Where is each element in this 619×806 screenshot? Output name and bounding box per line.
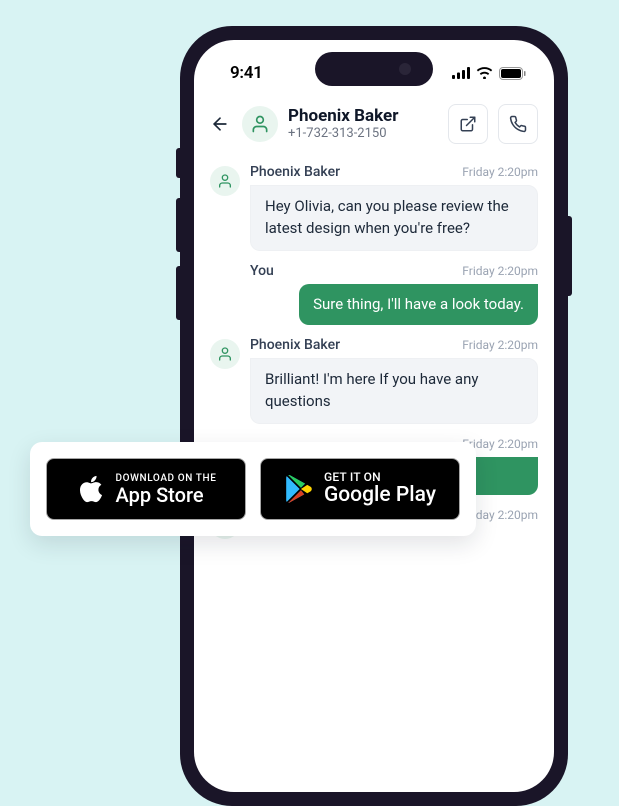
phone-side-button xyxy=(176,266,180,320)
message-time: Friday 2:20pm xyxy=(462,264,538,278)
message-bubble[interactable]: Hey Olivia, can you please review the la… xyxy=(250,185,538,251)
contact-phone: +1-732-313-2150 xyxy=(288,126,438,142)
open-external-button[interactable] xyxy=(448,104,488,144)
app-store-top-label: DOWNLOAD ON THE xyxy=(116,473,217,484)
message-incoming: Phoenix Baker Friday 2:20pm Hey Olivia, … xyxy=(210,164,538,251)
phone-icon xyxy=(509,115,527,133)
phone-frame: 9:41 Phoenix Baker +1-732-313-2150 xyxy=(180,26,568,806)
status-icons xyxy=(452,67,526,80)
message-avatar xyxy=(210,339,240,369)
contact-name: Phoenix Baker xyxy=(288,106,438,126)
phone-side-button xyxy=(176,198,180,252)
status-time: 9:41 xyxy=(230,63,263,83)
store-badges-card: DOWNLOAD ON THE App Store GET IT ON Goog… xyxy=(30,442,476,536)
message-sender: Phoenix Baker xyxy=(250,337,340,353)
message-incoming: Phoenix Baker Friday 2:20pm Brilliant! I… xyxy=(210,337,538,424)
google-play-button[interactable]: GET IT ON Google Play xyxy=(260,458,460,520)
app-store-button[interactable]: DOWNLOAD ON THE App Store xyxy=(46,458,246,520)
cellular-icon xyxy=(452,67,470,79)
google-play-bottom-label: Google Play xyxy=(324,484,436,507)
chat-header: Phoenix Baker +1-732-313-2150 xyxy=(194,90,554,158)
message-bubble[interactable]: Brilliant! I'm here If you have any ques… xyxy=(250,358,538,424)
arrow-left-icon xyxy=(210,114,230,134)
message-sender: You xyxy=(250,263,274,279)
back-button[interactable] xyxy=(208,112,232,136)
dynamic-island xyxy=(315,52,433,86)
message-time: Friday 2:20pm xyxy=(462,338,538,352)
phone-side-button xyxy=(568,216,572,296)
apple-icon xyxy=(78,474,104,504)
phone-side-button xyxy=(176,148,180,178)
message-time: Friday 2:20pm xyxy=(462,165,538,179)
phone-screen: 9:41 Phoenix Baker +1-732-313-2150 xyxy=(194,40,554,792)
battery-icon xyxy=(499,67,526,80)
call-button[interactable] xyxy=(498,104,538,144)
contact-avatar[interactable] xyxy=(242,106,278,142)
user-icon xyxy=(217,346,233,362)
message-sender: Phoenix Baker xyxy=(250,164,340,180)
external-link-icon xyxy=(459,115,477,133)
google-play-icon xyxy=(285,474,313,504)
contact-info[interactable]: Phoenix Baker +1-732-313-2150 xyxy=(288,106,438,142)
app-store-bottom-label: App Store xyxy=(116,484,217,506)
message-avatar xyxy=(210,166,240,196)
wifi-icon xyxy=(476,67,493,79)
message-bubble[interactable]: Sure thing, I'll have a look today. xyxy=(299,284,538,326)
user-icon xyxy=(217,173,233,189)
message-outgoing: You Friday 2:20pm Sure thing, I'll have … xyxy=(210,263,538,326)
user-icon xyxy=(250,114,270,134)
